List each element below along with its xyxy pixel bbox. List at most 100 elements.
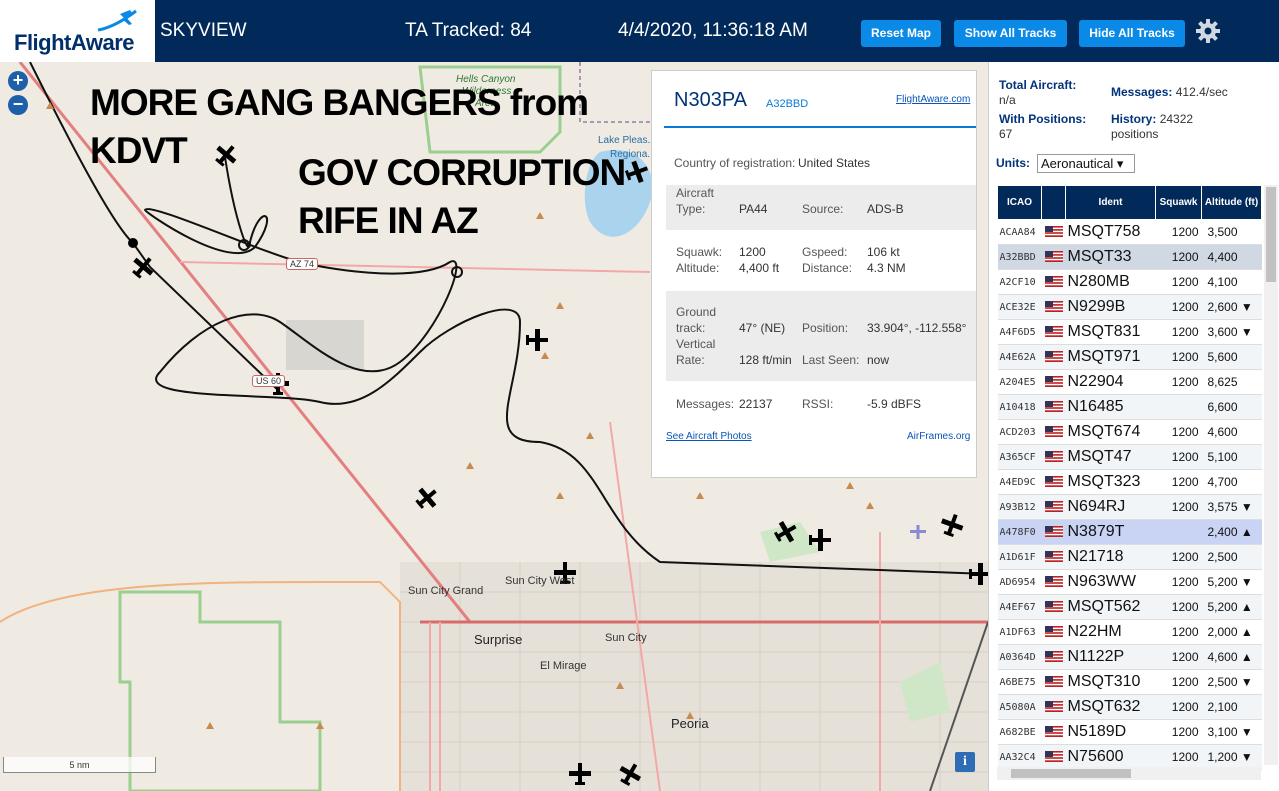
show-all-tracks-button[interactable]: Show All Tracks <box>954 20 1067 47</box>
table-row[interactable]: A4EF67 MSQT562 1200 5,200 ▲ <box>997 594 1262 620</box>
cell-altitude: 3,575 ▼ <box>1201 494 1262 520</box>
last-seen-label: Last Seen: <box>802 353 860 367</box>
cell-icao: A6BE75 <box>997 669 1042 695</box>
col-flag[interactable] <box>1041 185 1066 220</box>
highway-shield: AZ 74 <box>286 258 319 270</box>
table-row[interactable]: A2CF10 N280MB 1200 4,100 <box>997 269 1262 295</box>
table-row[interactable]: A1DF63 N22HM 1200 2,000 ▲ <box>997 619 1262 645</box>
altitude-label: Altitude: <box>676 261 720 275</box>
cell-ident: N22HM <box>1065 619 1156 645</box>
cell-icao: A2CF10 <box>997 269 1042 295</box>
table-row[interactable]: A682BE N5189D 1200 3,100 ▼ <box>997 719 1262 745</box>
country-label: Country of registration: <box>674 156 796 170</box>
table-row[interactable]: A6BE75 MSQT310 1200 2,500 ▼ <box>997 669 1262 695</box>
cell-altitude: 5,200 ▼ <box>1201 569 1262 595</box>
table-row[interactable]: AA32C4 N75600 1200 1,200 ▼ <box>997 744 1262 770</box>
cell-squawk: 1200 <box>1155 569 1202 595</box>
airframes-link[interactable]: AirFrames.org <box>907 431 970 442</box>
table-row[interactable]: A478F0 N3879T 2,400 ▲ <box>997 519 1262 545</box>
col-ident[interactable]: Ident <box>1065 185 1156 220</box>
cell-altitude: 4,400 <box>1201 244 1262 270</box>
table-row[interactable]: A5080A MSQT632 1200 2,100 <box>997 694 1262 720</box>
reset-map-button[interactable]: Reset Map <box>861 20 941 47</box>
cell-flag <box>1041 344 1066 370</box>
cell-icao: A204E5 <box>997 369 1042 395</box>
cell-icao: AD6954 <box>997 569 1042 595</box>
cell-ident: MSQT33 <box>1065 244 1156 270</box>
highway-shield: US 60 <box>252 375 286 387</box>
cell-squawk: 1200 <box>1155 294 1202 320</box>
cell-ident: N280MB <box>1065 269 1156 295</box>
cell-squawk: 1200 <box>1155 619 1202 645</box>
table-row[interactable]: A0364D N1122P 1200 4,600 ▲ <box>997 644 1262 670</box>
cell-altitude: 6,600 <box>1201 394 1262 420</box>
table-row[interactable]: A4ED9C MSQT323 1200 4,700 <box>997 469 1262 495</box>
table-row[interactable]: ACAA84 MSQT758 1200 3,500 <box>997 219 1262 245</box>
cell-icao: A478F0 <box>997 519 1042 545</box>
flightaware-logo[interactable]: FlightAware <box>0 0 155 62</box>
source-label: Source: <box>802 202 844 216</box>
cell-altitude: 2,500 <box>1201 544 1262 570</box>
us-flag-icon <box>1044 401 1063 413</box>
cell-icao: A1D61F <box>997 544 1042 570</box>
cell-ident: MSQT310 <box>1065 669 1156 695</box>
cell-ident: N16485 <box>1065 394 1156 420</box>
cell-squawk: 1200 <box>1155 344 1202 370</box>
map-view[interactable]: + − Hells Canyon Wilderness Area Lake Pl… <box>0 62 988 791</box>
position-value: 33.904°, -112.558° <box>867 321 967 335</box>
cell-ident: N5189D <box>1065 719 1156 745</box>
zoom-out-button[interactable]: − <box>8 95 28 115</box>
cell-flag <box>1041 669 1066 695</box>
country-value: United States <box>798 156 871 170</box>
col-squawk[interactable]: Squawk <box>1155 185 1202 220</box>
table-row[interactable]: A4F6D5 MSQT831 1200 3,600 ▼ <box>997 319 1262 345</box>
table-row[interactable]: ACD203 MSQT674 1200 4,600 <box>997 419 1262 445</box>
cell-squawk: 1200 <box>1155 369 1202 395</box>
cell-ident: N22904 <box>1065 369 1156 395</box>
col-altitude[interactable]: Altitude (ft) <box>1201 185 1262 220</box>
cell-altitude: 2,000 ▲ <box>1201 619 1262 645</box>
cell-altitude: 1,200 ▼ <box>1201 744 1262 770</box>
table-row[interactable]: A204E5 N22904 1200 8,625 <box>997 369 1262 395</box>
history-stat: History: 24322 positions <box>1111 112 1194 141</box>
table-row[interactable]: A1D61F N21718 1200 2,500 <box>997 544 1262 570</box>
table-row[interactable]: AD6954 N963WW 1200 5,200 ▼ <box>997 569 1262 595</box>
altitude-value: 4,400 ft <box>739 261 780 275</box>
aircraft-type-label: Type: <box>676 202 706 216</box>
hide-all-tracks-button[interactable]: Hide All Tracks <box>1079 20 1185 47</box>
flightaware-link[interactable]: FlightAware.com <box>896 94 970 105</box>
annotation-text: KDVT <box>90 130 188 171</box>
vertical-rate-value: 128 ft/min <box>739 353 792 367</box>
annotation-text: RIFE IN AZ <box>298 200 479 241</box>
scrollbar-thumb[interactable] <box>1011 769 1131 778</box>
squawk-label: Squawk: <box>676 245 723 259</box>
tracked-count: TA Tracked: 84 <box>405 20 532 41</box>
zoom-in-button[interactable]: + <box>8 71 28 91</box>
table-row[interactable]: A4E62A MSQT971 1200 5,600 <box>997 344 1262 370</box>
with-positions-value: 67 <box>999 127 1013 141</box>
gear-icon[interactable] <box>1195 18 1221 44</box>
cell-altitude: 4,700 <box>1201 469 1262 495</box>
units-select[interactable]: Aeronautical ▾ <box>1037 154 1135 173</box>
table-row[interactable]: A32BBD MSQT33 1200 4,400 <box>997 244 1262 270</box>
scrollbar-thumb[interactable] <box>1266 187 1276 282</box>
vertical-rate-label: Vertical <box>676 337 716 351</box>
table-row[interactable]: ACE32E N9299B 1200 2,600 ▼ <box>997 294 1262 320</box>
rssi-label: RSSI: <box>802 397 834 411</box>
table-row[interactable]: A93B12 N694RJ 1200 3,575 ▼ <box>997 494 1262 520</box>
col-icao[interactable]: ICAO <box>997 185 1042 220</box>
table-row[interactable]: A365CF MSQT47 1200 5,100 <box>997 444 1262 470</box>
table-row[interactable]: A10418 N16485 6,600 <box>997 394 1262 420</box>
cell-flag <box>1041 544 1066 570</box>
cell-ident: N694RJ <box>1065 494 1156 520</box>
cell-icao: A0364D <box>997 644 1042 670</box>
cell-altitude: 3,600 ▼ <box>1201 319 1262 345</box>
app-title: SKYVIEW <box>160 20 247 41</box>
vertical-scrollbar[interactable] <box>1264 185 1278 765</box>
aircraft-photos-link[interactable]: See Aircraft Photos <box>666 431 752 442</box>
horizontal-scrollbar[interactable] <box>997 767 1261 780</box>
us-flag-icon <box>1044 251 1063 263</box>
cell-altitude: 4,100 <box>1201 269 1262 295</box>
info-button[interactable]: i <box>955 752 975 772</box>
distance-value: 4.3 NM <box>867 261 906 275</box>
